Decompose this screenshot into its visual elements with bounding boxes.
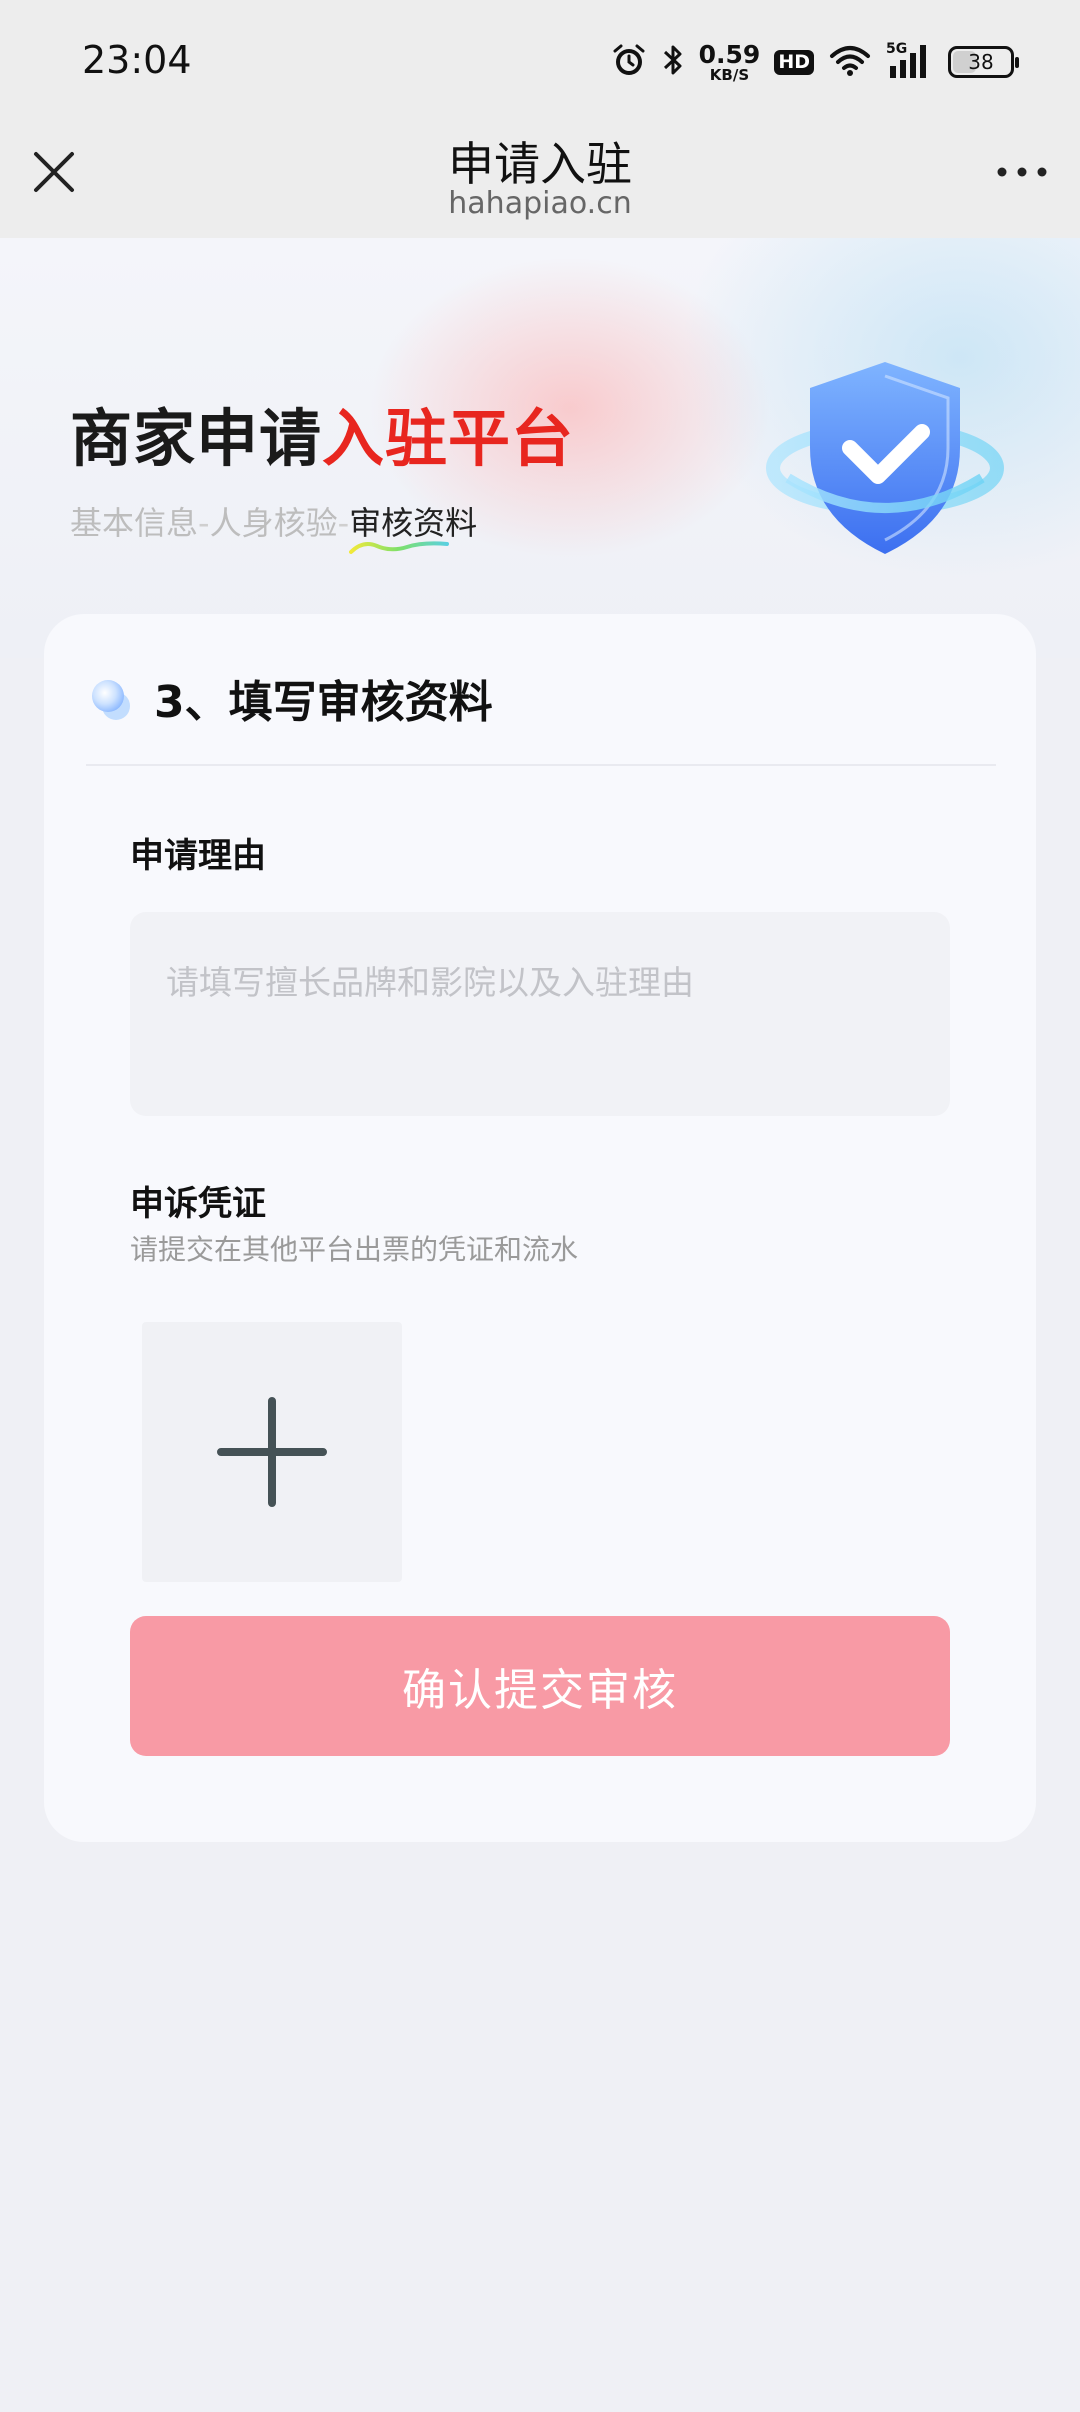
nav-bar: 申请入驻 hahapiao.cn bbox=[0, 120, 1080, 238]
battery-icon: 38 bbox=[948, 46, 1019, 78]
step-identity-check: 人身核验 bbox=[209, 504, 338, 542]
reason-label: 申请理由 bbox=[130, 836, 266, 876]
form-card: 3、填写审核资料 申请理由 申诉凭证 请提交在其他平台出票的凭证和流水 确认提交… bbox=[44, 614, 1036, 1842]
upload-proof-button[interactable] bbox=[142, 1322, 402, 1582]
section-header: 3、填写审核资料 bbox=[88, 666, 493, 730]
alarm-icon bbox=[611, 42, 647, 82]
bluetooth-icon bbox=[661, 42, 685, 82]
network-speed-value: 0.59 bbox=[698, 39, 761, 69]
signal-icon: 5G bbox=[886, 40, 934, 84]
hero-banner: 商家申请入驻平台 基本信息-人身核验-审核资料 bbox=[0, 238, 1080, 658]
network-speed-unit: KB/S bbox=[709, 65, 750, 84]
status-time: 23:04 bbox=[82, 38, 192, 82]
hero-title-part1: 商家申请 bbox=[70, 402, 323, 475]
reason-input[interactable] bbox=[130, 912, 950, 1116]
page-title: 申请入驻 bbox=[448, 137, 632, 191]
step-indicator: 基本信息-人身核验-审核资料 bbox=[70, 498, 478, 554]
section-dot-icon bbox=[88, 676, 132, 720]
step-basic-info: 基本信息 bbox=[70, 504, 199, 542]
proof-label: 申诉凭证 bbox=[130, 1184, 266, 1224]
network-type-label: 5G bbox=[886, 41, 907, 57]
plus-icon bbox=[217, 1397, 327, 1507]
divider bbox=[86, 764, 996, 766]
battery-level: 38 bbox=[968, 50, 994, 74]
section-title: 3、填写审核资料 bbox=[154, 677, 493, 728]
page-domain: hahapiao.cn bbox=[448, 186, 632, 221]
active-step-underline bbox=[349, 541, 450, 554]
step-review-materials-label: 审核资料 bbox=[349, 504, 478, 542]
status-icons: 0.59 KB/S HD 5G 38 bbox=[611, 36, 1019, 88]
hero-title-part2: 入驻平台 bbox=[322, 402, 575, 475]
step-separator: - bbox=[198, 504, 210, 542]
hd-badge: HD bbox=[774, 49, 814, 75]
shield-check-icon bbox=[766, 362, 1004, 554]
network-speed: 0.59 KB/S bbox=[699, 42, 761, 83]
more-icon[interactable] bbox=[996, 160, 1048, 184]
proof-hint: 请提交在其他平台出票的凭证和流水 bbox=[130, 1233, 579, 1266]
step-review-materials: 审核资料 bbox=[349, 504, 478, 554]
step-separator: - bbox=[337, 504, 350, 542]
wifi-icon bbox=[828, 42, 872, 82]
submit-button[interactable]: 确认提交审核 bbox=[130, 1616, 950, 1756]
hero-title: 商家申请入驻平台 bbox=[70, 388, 574, 478]
status-bar: 23:04 0.59 KB/S HD 5G 38 bbox=[0, 0, 1080, 120]
